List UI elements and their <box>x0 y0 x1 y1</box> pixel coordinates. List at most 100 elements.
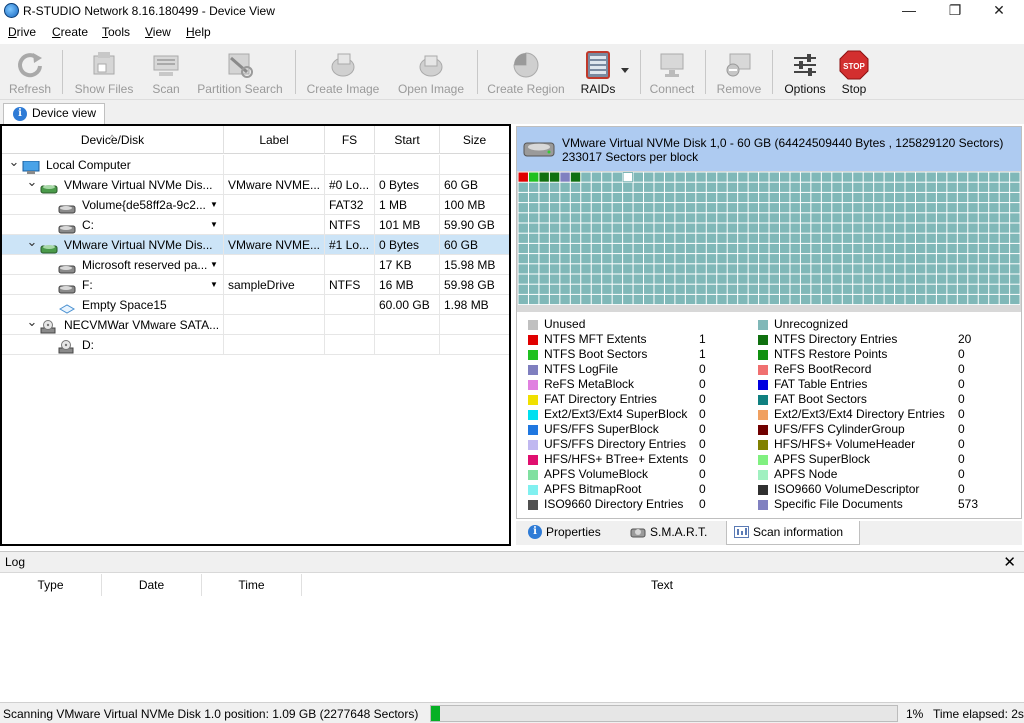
map-block[interactable] <box>947 203 957 213</box>
map-block[interactable] <box>706 264 717 274</box>
map-block[interactable] <box>727 182 738 192</box>
map-block[interactable] <box>570 213 581 223</box>
map-block[interactable] <box>999 284 1010 294</box>
map-block[interactable] <box>612 223 623 233</box>
partition-dropdown-icon[interactable]: ▼ <box>210 255 218 275</box>
map-block[interactable] <box>696 254 706 264</box>
map-block[interactable] <box>518 284 528 294</box>
map-block[interactable] <box>978 192 989 203</box>
map-block[interactable] <box>790 274 800 284</box>
map-block[interactable] <box>832 274 842 284</box>
map-block[interactable] <box>748 192 759 203</box>
map-block[interactable] <box>738 284 748 294</box>
menu-create[interactable]: Create <box>52 25 88 39</box>
map-block[interactable] <box>602 172 612 182</box>
map-block[interactable] <box>560 284 570 294</box>
map-block[interactable] <box>528 223 539 233</box>
map-block[interactable] <box>874 182 884 192</box>
expand-chevron-icon[interactable]: ⌄ <box>26 175 38 195</box>
map-block[interactable] <box>790 284 800 294</box>
map-block[interactable] <box>717 264 727 274</box>
map-block[interactable] <box>717 223 727 233</box>
map-block[interactable] <box>915 284 926 294</box>
map-block[interactable] <box>800 274 811 284</box>
map-block[interactable] <box>696 274 706 284</box>
map-block[interactable] <box>612 274 623 284</box>
map-block[interactable] <box>685 294 696 305</box>
map-block[interactable] <box>926 254 936 264</box>
map-block[interactable] <box>644 192 654 203</box>
map-block[interactable] <box>560 264 570 274</box>
map-block[interactable] <box>947 213 957 223</box>
map-block[interactable] <box>717 182 727 192</box>
map-block[interactable] <box>832 294 842 305</box>
map-block[interactable] <box>936 294 947 305</box>
maximize-button[interactable]: ❐ <box>932 0 978 22</box>
map-block[interactable] <box>738 223 748 233</box>
raids-button[interactable]: RAIDs <box>578 48 618 98</box>
map-block[interactable] <box>528 264 539 274</box>
map-block[interactable] <box>685 213 696 223</box>
tree-row[interactable]: D: <box>2 335 509 355</box>
map-block[interactable] <box>874 213 884 223</box>
map-block[interactable] <box>623 223 633 233</box>
refresh-button[interactable]: Refresh <box>4 48 56 98</box>
map-block[interactable] <box>842 254 853 264</box>
map-block[interactable] <box>968 243 978 254</box>
map-block[interactable] <box>675 274 685 284</box>
map-block[interactable] <box>989 264 999 274</box>
map-block[interactable] <box>759 182 769 192</box>
map-block[interactable] <box>685 284 696 294</box>
map-block[interactable] <box>612 294 623 305</box>
map-block[interactable] <box>528 182 539 192</box>
map-block[interactable] <box>539 223 549 233</box>
map-block[interactable] <box>968 223 978 233</box>
map-block[interactable] <box>905 213 915 223</box>
map-block[interactable] <box>842 284 853 294</box>
map-block[interactable] <box>790 243 800 254</box>
map-block[interactable] <box>936 243 947 254</box>
map-block[interactable] <box>780 213 790 223</box>
map-block[interactable] <box>999 274 1010 284</box>
tab-properties[interactable]: i Properties <box>520 521 615 545</box>
map-block[interactable] <box>853 172 863 182</box>
map-block[interactable] <box>528 233 539 243</box>
connect-button[interactable]: Connect <box>646 48 698 98</box>
map-block[interactable] <box>717 213 727 223</box>
map-block[interactable] <box>842 233 853 243</box>
map-block[interactable] <box>915 243 926 254</box>
map-block[interactable] <box>570 264 581 274</box>
map-block[interactable] <box>999 192 1010 203</box>
map-block[interactable] <box>560 223 570 233</box>
map-block[interactable] <box>581 203 591 213</box>
map-block[interactable] <box>612 264 623 274</box>
map-block[interactable] <box>936 172 947 182</box>
map-block[interactable] <box>759 223 769 233</box>
map-block[interactable] <box>528 243 539 254</box>
map-block[interactable] <box>842 203 853 213</box>
map-block[interactable] <box>926 243 936 254</box>
map-block[interactable] <box>957 203 968 213</box>
map-block[interactable] <box>915 192 926 203</box>
map-block[interactable] <box>685 254 696 264</box>
map-block[interactable] <box>696 284 706 294</box>
map-block[interactable] <box>738 233 748 243</box>
map-block[interactable] <box>1010 182 1020 192</box>
map-block[interactable] <box>800 203 811 213</box>
map-block[interactable] <box>926 192 936 203</box>
map-block[interactable] <box>926 274 936 284</box>
map-block[interactable] <box>947 254 957 264</box>
map-block[interactable] <box>769 233 779 243</box>
map-block[interactable] <box>999 223 1010 233</box>
map-block[interactable] <box>999 182 1010 192</box>
map-block[interactable] <box>581 213 591 223</box>
map-block[interactable] <box>528 192 539 203</box>
map-block[interactable] <box>853 274 863 284</box>
map-block[interactable] <box>926 203 936 213</box>
map-block[interactable] <box>978 274 989 284</box>
map-block[interactable] <box>633 294 644 305</box>
map-block[interactable] <box>654 233 664 243</box>
map-block[interactable] <box>769 294 779 305</box>
map-block[interactable] <box>936 284 947 294</box>
map-block[interactable] <box>570 254 581 264</box>
